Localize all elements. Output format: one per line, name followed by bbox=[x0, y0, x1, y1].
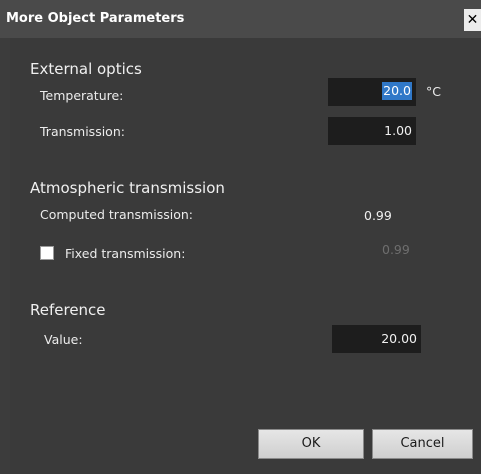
title-bar[interactable]: More Object Parameters ✕ bbox=[0, 0, 481, 38]
fixed-transmission-checkbox[interactable] bbox=[40, 246, 54, 260]
transmission-input[interactable] bbox=[328, 117, 416, 145]
dialog-title: More Object Parameters bbox=[6, 11, 185, 26]
reference-value[interactable] bbox=[337, 329, 417, 347]
fixed-transmission-label[interactable]: Fixed transmission: bbox=[65, 246, 185, 261]
dialog-window: More Object Parameters ✕ External optics… bbox=[0, 0, 481, 474]
reference-heading: Reference bbox=[30, 301, 106, 319]
fixed-transmission-value: 0.99 bbox=[382, 242, 410, 257]
reference-value-label: Value: bbox=[44, 332, 83, 347]
atmospheric-transmission-heading: Atmospheric transmission bbox=[30, 179, 225, 197]
ok-button[interactable]: OK bbox=[258, 429, 364, 459]
reference-value-input[interactable] bbox=[332, 325, 421, 353]
cancel-button[interactable]: Cancel bbox=[372, 429, 473, 459]
transmission-label: Transmission: bbox=[40, 124, 125, 139]
close-icon[interactable]: ✕ bbox=[464, 9, 481, 31]
temperature-input[interactable]: 20.0 bbox=[328, 78, 416, 106]
external-optics-heading: External optics bbox=[30, 60, 142, 78]
temperature-unit: °C bbox=[426, 84, 441, 99]
computed-transmission-label: Computed transmission: bbox=[40, 207, 193, 222]
dialog-content: External optics Temperature: 20.0 °C Tra… bbox=[10, 38, 481, 474]
temperature-value[interactable]: 20.0 bbox=[382, 82, 412, 100]
temperature-label: Temperature: bbox=[40, 88, 124, 103]
transmission-value[interactable] bbox=[332, 121, 412, 139]
computed-transmission-value: 0.99 bbox=[364, 208, 392, 223]
